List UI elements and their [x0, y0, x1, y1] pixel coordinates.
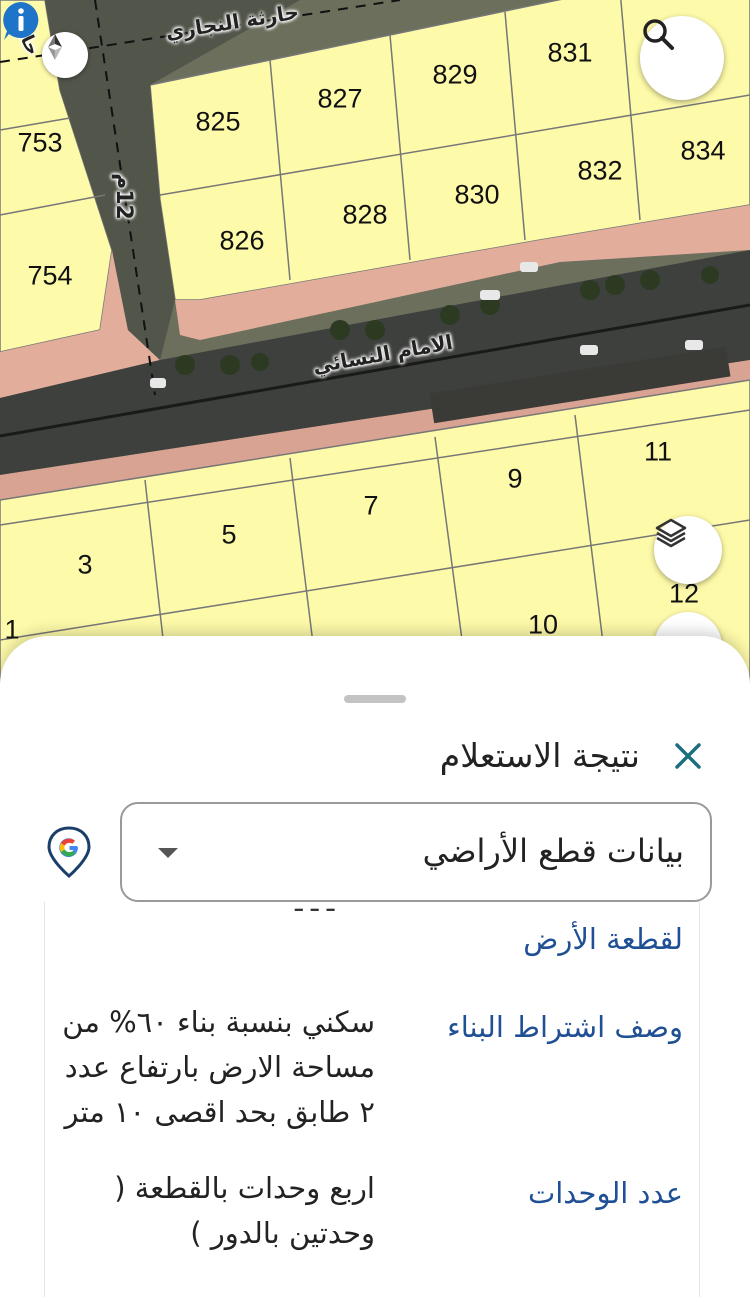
parcel-label[interactable]: 829	[432, 60, 477, 91]
info-icon[interactable]	[0, 0, 42, 42]
result-bottom-sheet: نتيجة الاستعلام بيانات قطع الأراضي ـ ـ ـ…	[0, 636, 750, 1297]
sheet-title: نتيجة الاستعلام	[439, 736, 640, 775]
select-value: بيانات قطع الأراضي	[422, 832, 684, 870]
parcel-label[interactable]: 828	[342, 200, 387, 231]
result-table: ـ ـ ـ لقطعة الأرض وصف اشتراط البناء سكني…	[44, 902, 700, 1297]
row-value: سكني بنسبة بناء ٦٠% من مساحة الارض بارتف…	[62, 1005, 375, 1129]
chevron-down-icon	[158, 848, 178, 858]
parcel-label[interactable]: 3	[77, 550, 92, 581]
parcel-label[interactable]: 9	[507, 464, 522, 495]
compass-icon	[48, 34, 62, 60]
map-view[interactable]: 831 829 827 825 834 832 830 828 826 753 …	[0, 0, 750, 700]
table-row: وصف اشتراط البناء سكني بنسبة بناء ٦٠% من…	[45, 972, 699, 1142]
layers-button[interactable]	[654, 516, 722, 584]
parcel-label[interactable]: 831	[547, 38, 592, 69]
row-key: وصف اشتراط البناء	[447, 1010, 683, 1044]
data-type-select[interactable]: بيانات قطع الأراضي	[120, 802, 712, 902]
parcel-label[interactable]: 827	[317, 84, 362, 115]
parcel-label[interactable]: 826	[219, 226, 264, 257]
compass-button[interactable]	[42, 32, 88, 78]
parcel-label[interactable]: 1	[4, 615, 19, 646]
search-icon	[643, 19, 674, 50]
parcel-label[interactable]: 825	[195, 107, 240, 138]
parcel-label[interactable]: 754	[27, 261, 72, 292]
layers-icon	[655, 518, 687, 548]
parcel-label[interactable]: 830	[454, 180, 499, 211]
parcel-label[interactable]: 834	[680, 136, 725, 167]
row-key: لقطعة الأرض	[523, 922, 683, 956]
table-row: عدد الوحدات اربع وحدات بالقطعة ( وحدتين …	[45, 1142, 699, 1297]
parcel-label[interactable]: 7	[363, 491, 378, 522]
street-label-side: 12م	[110, 173, 136, 220]
parcel-label[interactable]: 753	[17, 128, 62, 159]
table-row: لقطعة الأرض	[45, 902, 699, 972]
row-key: عدد الوحدات	[527, 1176, 683, 1210]
sheet-drag-handle[interactable]	[344, 695, 406, 703]
parcel-label[interactable]: 832	[577, 156, 622, 187]
close-icon	[675, 743, 701, 769]
close-button[interactable]	[668, 736, 708, 776]
google-maps-icon[interactable]	[46, 826, 92, 878]
row-value: اربع وحدات بالقطعة ( وحدتين بالدور )	[114, 1171, 375, 1250]
search-button[interactable]	[640, 16, 724, 100]
parcel-label[interactable]: 5	[221, 520, 236, 551]
parcel-label[interactable]: 11	[644, 437, 672, 468]
